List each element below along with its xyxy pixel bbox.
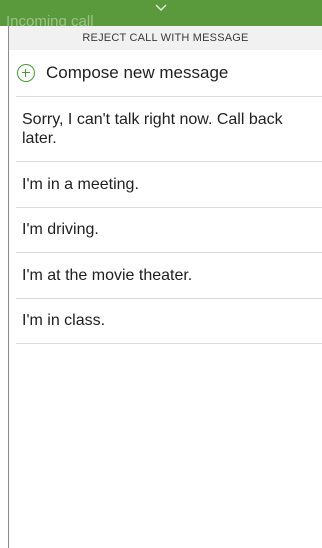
incoming-call-title: Incoming call xyxy=(6,13,94,26)
quick-message-text: I'm driving. xyxy=(22,221,99,239)
compose-new-message-button[interactable]: Compose new message xyxy=(16,50,322,97)
quick-message-item[interactable]: I'm at the movie theater. xyxy=(16,253,322,299)
plus-circle-icon xyxy=(17,64,35,82)
quick-message-text: I'm in class. xyxy=(22,312,106,330)
quick-message-item[interactable]: I'm in a meeting. xyxy=(16,162,322,208)
quick-message-list: Sorry, I can't talk right now. Call back… xyxy=(9,97,322,344)
quick-message-item[interactable]: Sorry, I can't talk right now. Call back… xyxy=(16,97,322,162)
reject-message-panel: REJECT CALL WITH MESSAGE Compose new mes… xyxy=(8,26,322,548)
quick-message-text: I'm at the movie theater. xyxy=(22,266,193,284)
screen: Incoming call REJECT CALL WITH MESSAGE C… xyxy=(0,0,322,548)
quick-message-item[interactable]: I'm driving. xyxy=(16,208,322,253)
compose-label: Compose new message xyxy=(46,63,229,82)
incoming-call-bar: Incoming call xyxy=(0,0,322,26)
quick-message-item[interactable]: I'm in class. xyxy=(16,299,322,344)
quick-message-text: Sorry, I can't talk right now. Call back… xyxy=(22,111,283,147)
panel-header: REJECT CALL WITH MESSAGE xyxy=(9,26,322,50)
quick-message-text: I'm in a meeting. xyxy=(22,175,139,193)
chevron-down-icon[interactable] xyxy=(155,2,167,14)
